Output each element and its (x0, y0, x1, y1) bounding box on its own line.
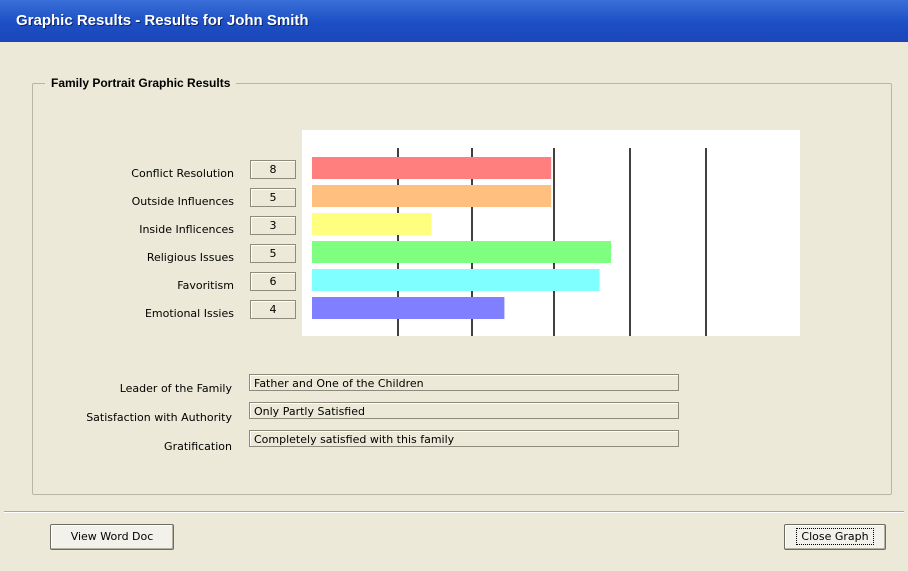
score-label-conflict-resolution: Conflict Resolution (131, 167, 234, 180)
gratification-field: Completely satisfied with this family (249, 430, 679, 447)
group-legend: Family Portrait Graphic Results (51, 76, 231, 90)
dialog-client-area: Family Portrait Graphic Results Conflict… (4, 42, 904, 567)
view-word-doc-button[interactable]: View Word Doc (50, 524, 174, 550)
title-bar[interactable]: Graphic Results - Results for John Smith (0, 0, 908, 42)
bar-favoritism (312, 269, 600, 291)
bar-religious-issues (312, 241, 611, 263)
bar-conflict-resolution (312, 157, 552, 179)
view-word-doc-label: View Word Doc (70, 530, 154, 543)
score-label-emotional-issues: Emotional Issies (144, 307, 234, 320)
leader-of-family-label: Leader of the Family (119, 382, 232, 395)
bar-emotional-issies (312, 297, 505, 319)
close-graph-button[interactable]: Close Graph (784, 524, 886, 550)
score-value-conflict-resolution: 8 (250, 160, 296, 179)
satisfaction-with-authority-label: Satisfaction with Authority (86, 411, 232, 424)
button-divider (4, 511, 904, 513)
score-value-outside-influences: 5 (250, 188, 296, 207)
score-value-religious-issues: 5 (250, 244, 296, 263)
leader-of-family-field: Father and One of the Children (249, 374, 679, 391)
bar-inside-inflicences (312, 213, 432, 235)
score-label-favoritism: Favoritism (177, 279, 234, 292)
satisfaction-with-authority-field: Only Partly Satisfied (249, 402, 679, 419)
bar-outside-influences (312, 185, 552, 207)
score-value-favoritism: 6 (250, 272, 296, 291)
score-value-inside-influences: 3 (250, 216, 296, 235)
window-title: Graphic Results - Results for John Smith (16, 12, 309, 29)
score-label-religious-issues: Religious Issues (146, 251, 234, 264)
close-graph-label: Close Graph (796, 528, 874, 545)
gratification-label: Gratification (164, 440, 232, 453)
score-label-inside-influences: Inside Inflicences (139, 223, 234, 236)
score-value-emotional-issues: 4 (250, 300, 296, 319)
bar-chart (302, 130, 800, 336)
score-label-outside-influences: Outside Influences (131, 195, 234, 208)
bar-chart-svg (312, 148, 707, 336)
